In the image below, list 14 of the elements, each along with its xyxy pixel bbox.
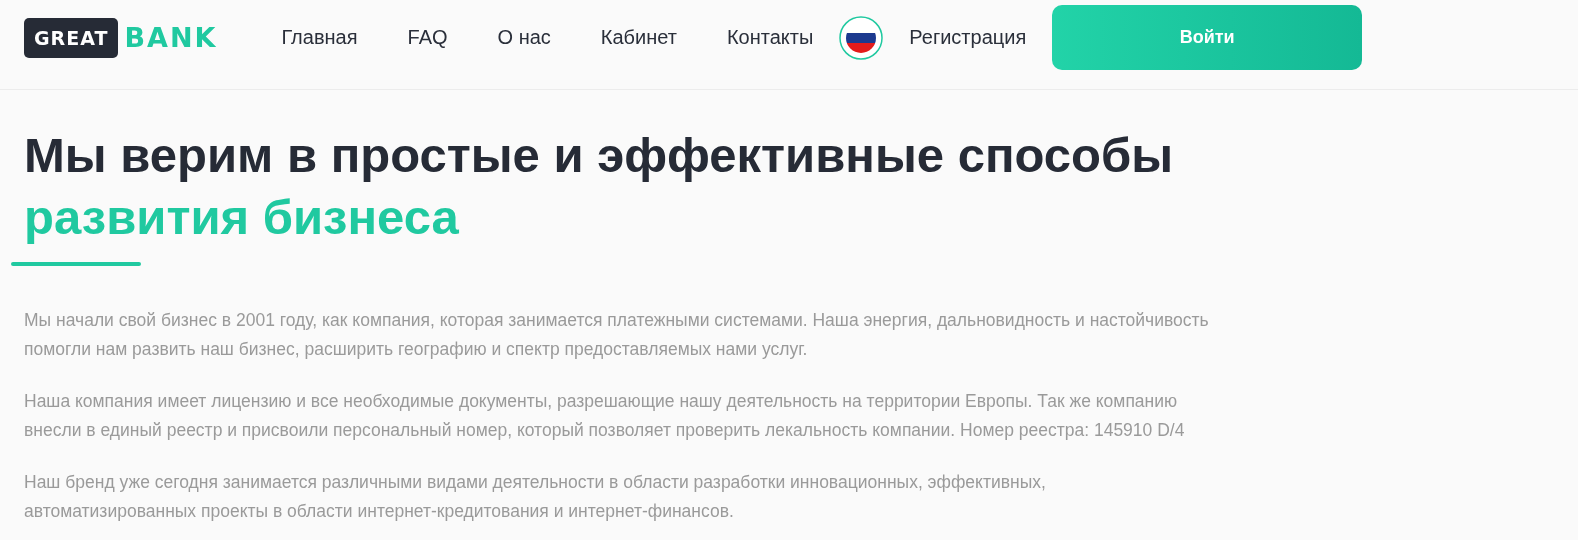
flag-icon[interactable] [839, 15, 884, 60]
paragraph: Мы начали свой бизнес в 2001 году, как компания, которая занимается платежными системами. Наша энергия, дальновидность и настойчивость помогли нам развить наш бизнес, расширить географию и спектр предоставляемых нами услуг. [24, 309, 1210, 361]
heading-accent: развития бизнеса [24, 189, 459, 246]
logo-great: GREAT [24, 17, 119, 58]
nav-link[interactable]: О нас [497, 26, 551, 49]
paragraph: Наша компания имеет лицензию и все необходимые документы, разрешающие нашу деятельность на территории Европы. Так же компанию внесли в единый реестр и присвоили персональный номер, который позволяет проверить лекальность компании. Номер реестра: 145910 D/4 [24, 390, 1186, 442]
nav-link[interactable]: Кабинет [600, 26, 677, 49]
nav-link[interactable]: Главная [281, 26, 358, 49]
paragraph: Наш бренд уже сегодня занимается различными видами деятельности в области разработки инновационных, эффективных, автоматизированных проекты в области интернет-кредитования и интернет-финансов. [24, 471, 1047, 523]
register-link[interactable]: Регистрация [909, 26, 1027, 49]
logo-bank: BANK [124, 22, 218, 53]
heading: Мы верим в простые и эффективные способы [24, 127, 1174, 184]
nav-link[interactable]: Контакты [726, 26, 814, 49]
nav-link[interactable]: FAQ [407, 26, 448, 49]
